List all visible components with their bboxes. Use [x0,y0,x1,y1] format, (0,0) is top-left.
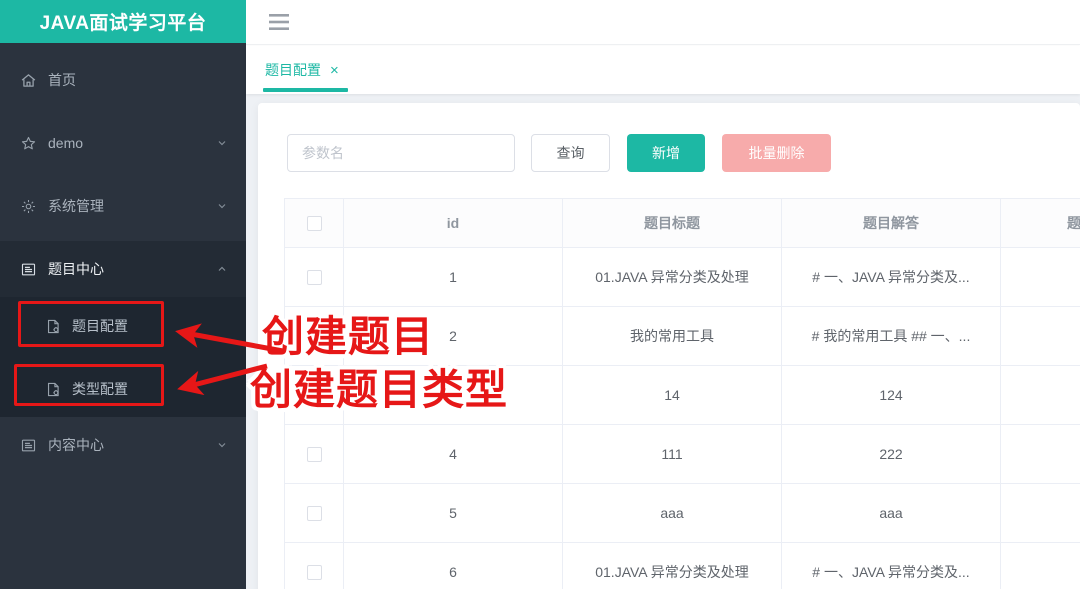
table-row: 1 01.JAVA 异常分类及处理 # 一、JAVA 异常分类及... [285,248,1080,307]
gear-icon [21,199,36,213]
active-tab-underline [263,88,348,92]
table-row: 4 111 222 [285,425,1080,484]
tab-label: 题目配置 [265,62,321,78]
row-checkbox[interactable] [306,269,322,285]
tab-question-config[interactable]: 题目配置 × [263,46,348,94]
batch-delete-button[interactable]: 批量删除 [722,134,831,172]
query-button[interactable]: 查询 [531,134,610,172]
row-id-cell: 6 [344,543,563,589]
row-answer-cell: aaa [782,484,1001,543]
hamburger-menu-icon[interactable] [269,13,289,31]
topbar [246,0,1080,45]
row-title-cell: 111 [563,425,782,484]
row-type-cell [1001,248,1080,307]
row-type-cell [1001,366,1080,425]
row-checkbox-cell [285,543,344,589]
annotation-create-question: 创建题目 [262,313,435,360]
row-title-cell: 14 [563,366,782,425]
table-row: 5 aaa aaa [285,484,1080,543]
row-title-cell: 01.JAVA 异常分类及处理 [563,248,782,307]
app-window: JAVA面试学习平台 首页 demo 系统管理 题目中心 题目配置 类型配置 内… [0,0,1080,589]
search-input[interactable] [287,134,515,172]
table-body: 1 01.JAVA 异常分类及处理 # 一、JAVA 异常分类及... 2 我的常用工具… [285,248,1080,589]
annotation-box-question-config [18,301,164,347]
app-logo-title: JAVA面试学习平台 [0,0,246,43]
chevron-down-icon [218,204,226,209]
row-id-cell: 5 [344,484,563,543]
row-checkbox[interactable] [306,505,322,521]
sidebar: JAVA面试学习平台 首页 demo 系统管理 题目中心 题目配置 类型配置 内… [0,0,246,589]
chevron-up-icon [218,266,226,271]
column-header-id: id [344,199,563,248]
column-header-answer: 题目解答 [782,199,1001,248]
sidebar-item-label: demo [48,135,84,151]
row-title-cell: aaa [563,484,782,543]
tabs-bar: 题目配置 × [246,46,1080,94]
row-answer-cell: # 一、JAVA 异常分类及... [782,543,1001,589]
row-title-cell: 01.JAVA 异常分类及处理 [563,543,782,589]
row-checkbox-cell [285,425,344,484]
sidebar-item-label: 系统管理 [48,198,104,214]
row-id-cell: 1 [344,248,563,307]
row-answer-cell: # 我的常用工具 ## 一、... [782,307,1001,366]
row-checkbox-cell [285,248,344,307]
sidebar-item-home[interactable]: 首页 [0,52,246,108]
sidebar-item-content-center[interactable]: 内容中心 [0,417,246,473]
add-button[interactable]: 新增 [627,134,705,172]
row-checkbox[interactable] [306,446,322,462]
row-type-cell [1001,484,1080,543]
tab-close-icon[interactable]: × [330,63,339,78]
sidebar-item-label: 题目中心 [48,261,104,277]
row-answer-cell: 124 [782,366,1001,425]
row-id-cell: 4 [344,425,563,484]
table-header-row: id 题目标题 题目解答 题目类型 [285,199,1080,248]
row-answer-cell: # 一、JAVA 异常分类及... [782,248,1001,307]
home-icon [21,73,36,87]
row-answer-cell: 222 [782,425,1001,484]
star-icon [21,136,36,149]
select-all-checkbox[interactable] [306,215,322,231]
form-icon [21,263,36,275]
row-type-cell [1001,307,1080,366]
row-checkbox-cell [285,484,344,543]
sidebar-item-label: 首页 [48,72,76,88]
annotation-create-question-type: 创建题目类型 [250,366,509,413]
row-checkbox[interactable] [306,564,322,580]
sidebar-item-question-center[interactable]: 题目中心 [0,241,246,297]
select-all-cell [285,199,344,248]
row-type-cell [1001,543,1080,589]
table-row: 6 01.JAVA 异常分类及处理 # 一、JAVA 异常分类及... [285,543,1080,589]
chevron-down-icon [218,141,226,146]
chevron-down-icon [218,443,226,448]
column-header-type: 题目类型 [1001,199,1080,248]
row-type-cell [1001,425,1080,484]
column-header-title: 题目标题 [563,199,782,248]
row-title-cell: 我的常用工具 [563,307,782,366]
annotation-box-type-config [14,364,164,406]
form-icon [21,439,36,451]
sidebar-item-demo[interactable]: demo [0,115,246,171]
sidebar-item-system-management[interactable]: 系统管理 [0,178,246,234]
sidebar-item-label: 内容中心 [48,437,104,453]
